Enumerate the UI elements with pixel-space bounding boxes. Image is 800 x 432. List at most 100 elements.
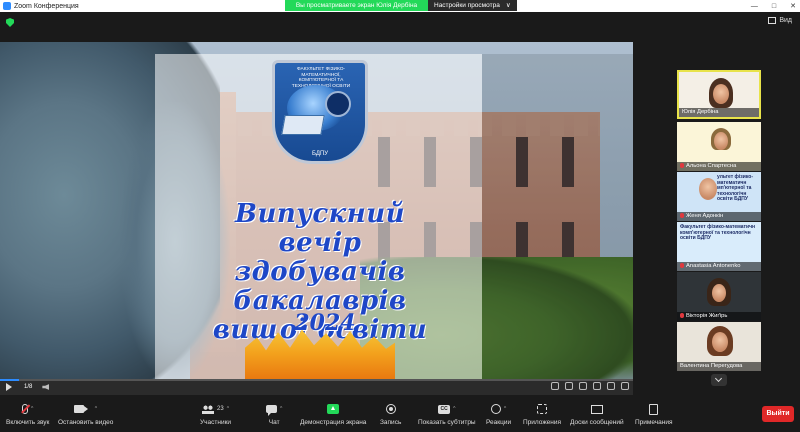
participants-count: 23 (217, 406, 224, 412)
grid-icon (768, 17, 777, 24)
player-tools (551, 382, 629, 390)
view-settings-label: Настройки просмотра (434, 2, 500, 9)
play-icon[interactable] (6, 383, 12, 391)
view-settings-button[interactable]: Настройки просмотра ∨ (428, 0, 517, 11)
unmute-label: Включить звук (6, 419, 50, 426)
maximize-button[interactable]: □ (772, 3, 776, 10)
participant-tile[interactable]: Валентина Перегудова (677, 322, 761, 371)
more-icon[interactable] (621, 382, 629, 390)
subtitles-icon[interactable] (593, 382, 601, 390)
slide-progress-fill (0, 379, 19, 381)
record-icon (385, 404, 396, 414)
whiteboards-label: Доски сообщений (570, 419, 624, 426)
participants-icon (202, 404, 214, 414)
stop-video-button[interactable]: ^ Остановить видео (58, 403, 113, 426)
record-button[interactable]: Запись (380, 403, 401, 426)
participant-name: Вікторія Жиґірь (677, 312, 761, 321)
participants-panel: Юлія Дербіна Альона Спартесна ультет фіз… (675, 68, 765, 390)
view-label: Вид (779, 17, 792, 24)
slide-right-shade (482, 54, 633, 379)
participant-name: Anastasia Antonenko (677, 262, 761, 271)
participant-name: Женя Адонкін (677, 212, 761, 221)
participant-name: Юлія Дербіна (679, 108, 759, 117)
chevron-down-icon[interactable] (711, 374, 727, 386)
settings-icon[interactable] (579, 382, 587, 390)
video-camera-icon (74, 405, 89, 413)
microphone-muted-icon (22, 404, 28, 414)
leave-button[interactable]: Выйти (762, 406, 794, 422)
participant-slide-text: ультет фізико-математичн мп'ютерної та т… (717, 174, 754, 202)
volume-icon[interactable] (42, 384, 50, 390)
participant-face (714, 132, 728, 150)
participants-button[interactable]: 23 ^ Участники (200, 403, 231, 426)
caret-icon[interactable]: ^ (227, 406, 229, 412)
mic-muted-icon (680, 313, 684, 318)
faculty-logo: ФАКУЛЬТЕТ ФІЗИКО-МАТЕМАТИЧНОЇ, КОМП'ЮТЕР… (272, 60, 368, 164)
chevron-down-icon: ∨ (505, 2, 511, 9)
window-title: Zoom Конференция (14, 2, 79, 10)
caret-icon[interactable]: ^ (31, 406, 33, 412)
unmute-button[interactable]: ^ Включить звук (6, 403, 49, 426)
caret-icon[interactable]: ^ (280, 406, 282, 412)
zoom-in-icon[interactable] (551, 382, 559, 390)
captions-button[interactable]: CC ^ Показать субтитры (418, 403, 476, 426)
shared-screen: ФАКУЛЬТЕТ ФІЗИКО-МАТЕМАТИЧНОЇ, КОМП'ЮТЕР… (0, 42, 633, 379)
share-screen-button[interactable]: Демонстрация экрана (300, 403, 366, 426)
closed-captions-icon: CC (438, 404, 451, 414)
page-counter: 1/8 (24, 384, 33, 390)
zoom-icon (3, 2, 11, 10)
close-button[interactable]: ✕ (790, 2, 796, 10)
record-label: Запись (380, 419, 402, 426)
share-banner: Вы просматриваете экран Юлія Дербіна Нас… (285, 0, 517, 11)
participant-name: Валентина Перегудова (677, 362, 761, 371)
notes-icon (649, 403, 659, 415)
participant-tile[interactable]: Юлія Дербіна (677, 70, 761, 119)
reactions-icon (490, 404, 501, 414)
logo-abbrev: БДПУ (311, 151, 329, 157)
participant-tile[interactable]: Факультет фізико-математичн комп'ютерної… (677, 222, 761, 271)
participant-face (713, 84, 729, 104)
reactions-label: Реакции (486, 419, 512, 426)
participant-tile[interactable]: ультет фізико-математичн мп'ютерної та т… (677, 172, 761, 221)
laptop-icon (281, 115, 325, 135)
notes-label: Примечания (635, 419, 673, 426)
caret-icon[interactable]: ^ (453, 406, 455, 412)
share-message: Вы просматриваете экран Юлія Дербіна (285, 0, 428, 11)
whiteboard-icon (590, 404, 603, 414)
participants-label: Участники (200, 419, 232, 426)
mic-muted-icon (680, 163, 684, 168)
share-screen-icon (327, 404, 340, 414)
chat-icon (266, 405, 277, 416)
apps-label: Приложения (523, 419, 562, 426)
notes-button[interactable]: Примечания (635, 403, 673, 426)
caret-icon[interactable]: ^ (95, 406, 97, 412)
participant-name: Альона Спартесна (677, 162, 761, 171)
chat-label: Чат (268, 419, 280, 426)
participant-face (712, 332, 728, 352)
apps-button[interactable]: Приложения (523, 403, 561, 426)
mic-muted-icon (680, 213, 684, 218)
top-strip (0, 12, 800, 40)
participant-tile[interactable]: Вікторія Жиґірь (677, 272, 761, 321)
chat-button[interactable]: ^ Чат (266, 403, 282, 426)
whiteboards-button[interactable]: Доски сообщений (570, 403, 624, 426)
event-year: 2024 (294, 310, 356, 336)
reactions-button[interactable]: ^ Реакции (486, 403, 511, 426)
slide-player-bar: 1/8 (0, 379, 633, 395)
window-controls: — □ ✕ (751, 0, 796, 12)
stop-video-label: Остановить видео (58, 419, 114, 426)
minimize-button[interactable]: — (751, 3, 758, 10)
fullscreen-icon[interactable] (607, 382, 615, 390)
captions-label: Показать субтитры (418, 419, 476, 426)
participant-face (712, 284, 726, 302)
caret-icon[interactable]: ^ (504, 406, 506, 412)
share-screen-label: Демонстрация экрана (300, 419, 367, 426)
meeting-toolbar: ^ Включить звук ^ Остановить видео 23 ^ У… (0, 397, 800, 432)
zoom-out-icon[interactable] (565, 382, 573, 390)
participant-tile[interactable]: Альона Спартесна (677, 122, 761, 171)
emblem-icon (325, 91, 351, 117)
slide-progress[interactable] (0, 379, 633, 381)
participant-slide-text: Факультет фізико-математичн комп'ютерної… (680, 224, 755, 241)
apps-icon (537, 404, 548, 414)
view-button[interactable]: Вид (768, 17, 792, 24)
